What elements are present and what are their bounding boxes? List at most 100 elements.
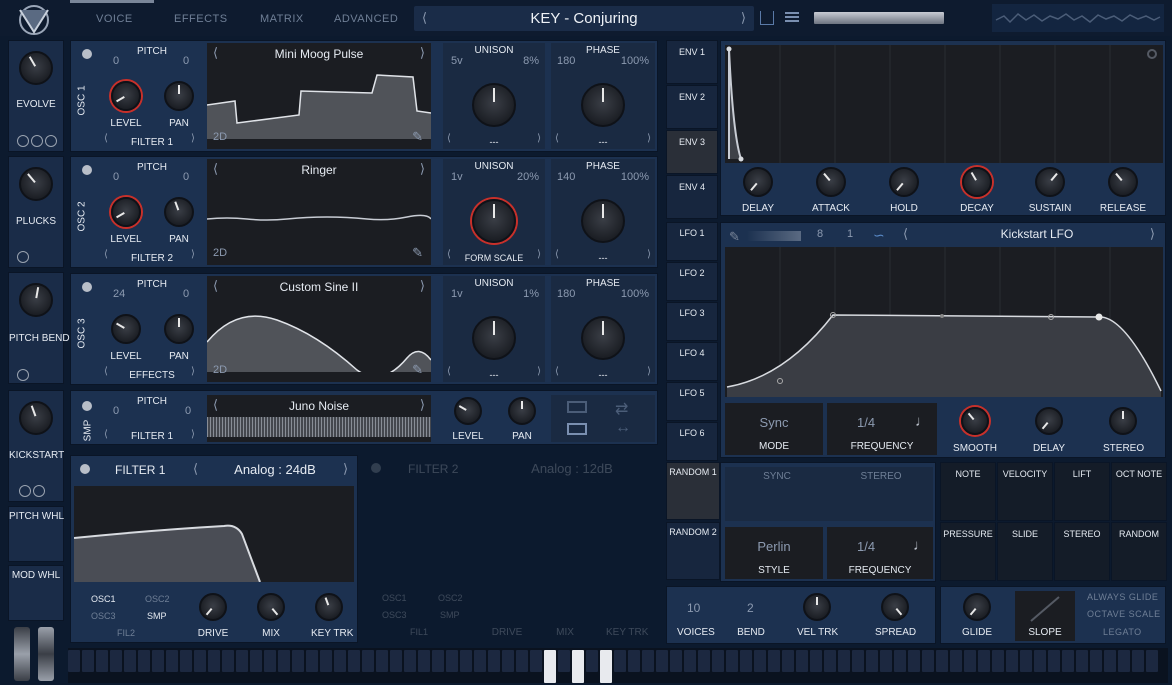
piano-key[interactable]: [768, 650, 780, 672]
smp-enable[interactable]: [82, 401, 92, 411]
smp-name[interactable]: Juno Noise: [207, 399, 431, 413]
osc-2-unison-voices[interactable]: 1v: [451, 171, 463, 183]
osc-1-dest-next-icon[interactable]: ⟩: [191, 133, 195, 144]
piano-key[interactable]: [390, 650, 402, 672]
tab-matrix[interactable]: MATRIX: [260, 13, 304, 25]
osc-3-wavetable-name[interactable]: Custom Sine II: [207, 280, 431, 294]
lfo-smooth-icon[interactable]: ∽: [873, 227, 885, 244]
lfo-sync-value[interactable]: Sync: [725, 415, 823, 430]
piano-key[interactable]: [992, 650, 1004, 672]
osc-1-distortion-next-icon[interactable]: ⟩: [537, 133, 541, 144]
piano-key[interactable]: [936, 650, 948, 672]
filter-1-osc1-toggle[interactable]: OSC1: [91, 594, 116, 604]
lfo-delay-knob[interactable]: [1035, 407, 1063, 435]
lfo-preset-name[interactable]: Kickstart LFO: [917, 227, 1157, 241]
piano-key[interactable]: [684, 650, 696, 672]
pitch-wheel[interactable]: PITCH WHL: [8, 506, 64, 562]
osc-3-spectral-next-icon[interactable]: ⟩: [647, 366, 651, 377]
filter-2-osc1-toggle[interactable]: OSC1: [382, 593, 407, 603]
envelope-zoom-icon[interactable]: [1147, 49, 1157, 59]
env-decay-knob[interactable]: [962, 167, 992, 197]
piano-key[interactable]: [670, 650, 682, 672]
osc-2-spectral-type[interactable]: ---: [551, 253, 655, 263]
osc-2-destination[interactable]: FILTER 2: [117, 253, 187, 264]
piano-key[interactable]: [194, 650, 206, 672]
lfo-1-tab[interactable]: LFO 1: [666, 222, 718, 261]
piano-key[interactable]: [978, 650, 990, 672]
piano-key[interactable]: [908, 650, 920, 672]
piano-key[interactable]: [1062, 650, 1074, 672]
piano-key[interactable]: [838, 650, 850, 672]
preset-name[interactable]: KEY - Conjuring: [414, 10, 754, 27]
lfo-paint-icon[interactable]: ✎: [729, 229, 740, 245]
osc-2-level-knob[interactable]: [111, 197, 141, 227]
filter-1-mix-knob[interactable]: [257, 593, 285, 621]
osc-2-phase-random[interactable]: 100%: [621, 171, 649, 183]
random-style-box[interactable]: Perlin STYLE: [725, 527, 823, 579]
osc-3-pitch-fine[interactable]: 0: [183, 288, 189, 300]
slope-graph[interactable]: SLOPE: [1015, 591, 1075, 641]
piano-key[interactable]: [656, 650, 668, 672]
osc-1-spectral-type[interactable]: ---: [551, 137, 655, 147]
osc-2-unison-knob[interactable]: [472, 199, 516, 243]
piano-key[interactable]: [376, 650, 388, 672]
smp-waveform[interactable]: ⟨ Juno Noise ⟩: [207, 395, 431, 442]
smp-next-icon[interactable]: ⟩: [420, 397, 425, 413]
osc-3-wavetable[interactable]: ⟨ Custom Sine II ⟩ 2D ✎: [207, 276, 431, 382]
preset-next-icon[interactable]: ⟩: [741, 10, 746, 26]
lfo-2-tab[interactable]: LFO 2: [666, 262, 718, 301]
piano-key[interactable]: [1090, 650, 1102, 672]
osc-2-dimension[interactable]: 2D: [213, 247, 227, 259]
osc-1-phase-random[interactable]: 100%: [621, 55, 649, 67]
osc-3-edit-icon[interactable]: ✎: [412, 362, 423, 378]
osc-2-pan-knob[interactable]: [164, 197, 194, 227]
smp-pitch-left[interactable]: 0: [113, 405, 119, 417]
piano-key[interactable]: [880, 650, 892, 672]
piano-key[interactable]: [278, 650, 290, 672]
macro-plucks[interactable]: PLUCKS: [8, 156, 64, 268]
filter-1-smp-toggle[interactable]: SMP: [147, 611, 167, 621]
mod-source-lift[interactable]: LIFT: [1054, 462, 1110, 521]
osc-1-spectral-next-icon[interactable]: ⟩: [647, 133, 651, 144]
lfo-grid-b[interactable]: 1: [847, 228, 853, 240]
random-style-value[interactable]: Perlin: [725, 539, 823, 554]
osc-3-distortion-next-icon[interactable]: ⟩: [537, 366, 541, 377]
tab-effects[interactable]: EFFECTS: [174, 13, 228, 25]
piano-key[interactable]: [796, 650, 808, 672]
osc-3-phase-random[interactable]: 100%: [621, 288, 649, 300]
osc-1-wavetable[interactable]: ⟨ Mini Moog Pulse ⟩ 2D ✎: [207, 43, 431, 149]
filter-1-drive-knob[interactable]: [199, 593, 227, 621]
osc-3-unison-knob[interactable]: [472, 316, 516, 360]
osc-2-distortion-next-icon[interactable]: ⟩: [537, 249, 541, 260]
piano-key[interactable]: [68, 650, 80, 672]
osc-2-edit-icon[interactable]: ✎: [412, 245, 423, 261]
lfo-frequency-box[interactable]: 1/4 ♩ FREQUENCY: [827, 403, 937, 455]
piano-key[interactable]: [110, 650, 122, 672]
piano-key[interactable]: [866, 650, 878, 672]
piano-key[interactable]: [138, 650, 150, 672]
mod-source-note[interactable]: NOTE: [940, 462, 996, 521]
lfo-frequency-value[interactable]: 1/4: [857, 415, 875, 430]
bounce-icon[interactable]: ↔: [615, 419, 631, 437]
osc-1-pitch-fine[interactable]: 0: [183, 55, 189, 67]
piano-key[interactable]: [922, 650, 934, 672]
piano-key[interactable]: [698, 650, 710, 672]
piano-key[interactable]: [1118, 650, 1130, 672]
glide-knob[interactable]: [963, 593, 991, 621]
octave-scale-toggle[interactable]: OCTAVE SCALE: [1087, 609, 1161, 619]
piano-key[interactable]: [642, 650, 654, 672]
piano-key[interactable]: [950, 650, 962, 672]
smp-dest-prev-icon[interactable]: ⟨: [104, 429, 108, 440]
legato-toggle[interactable]: LEGATO: [1103, 627, 1142, 637]
filter-1-response-graph[interactable]: [73, 486, 354, 583]
osc-2-spectral-next-icon[interactable]: ⟩: [647, 249, 651, 260]
vital-logo[interactable]: [14, 4, 54, 35]
osc-2-dest-prev-icon[interactable]: ⟨: [104, 249, 108, 260]
piano-key[interactable]: [824, 650, 836, 672]
piano-key[interactable]: [222, 650, 234, 672]
osc-1-unison-voices[interactable]: 5v: [451, 55, 463, 67]
mod-source-slide[interactable]: SLIDE: [997, 522, 1053, 581]
lfo-mode-box[interactable]: Sync MODE: [725, 403, 823, 455]
mod-wheel-slider[interactable]: [38, 627, 54, 681]
random-2-tab[interactable]: RANDOM 2: [666, 522, 720, 580]
